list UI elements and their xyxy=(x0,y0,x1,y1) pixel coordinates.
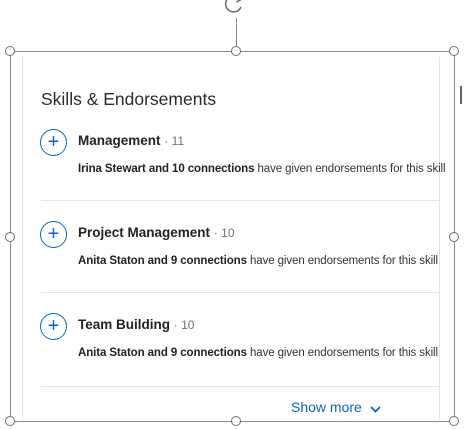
resize-handle-icon[interactable] xyxy=(449,232,459,242)
endorsement-count: · 10 xyxy=(213,226,235,240)
skill-title-line: Project Management · 10 xyxy=(78,225,235,240)
plus-icon[interactable]: + xyxy=(40,221,67,248)
resize-handle-icon[interactable] xyxy=(5,232,15,242)
endorsers-link[interactable]: Irina Stewart and 10 connections xyxy=(78,163,254,175)
skills-endorsements-card: Skills & Endorsements + Management · 11 … xyxy=(22,57,446,419)
plus-icon[interactable]: + xyxy=(40,313,67,340)
endorsers-link[interactable]: Anita Staton and 9 connections xyxy=(78,347,247,359)
endorsement-summary: Anita Staton and 9 connections have give… xyxy=(78,347,438,359)
card-title: Skills & Endorsements xyxy=(41,89,217,109)
chevron-down-icon xyxy=(370,400,381,416)
endorsement-suffix: have given endorsements for this skill xyxy=(250,347,438,359)
resize-handle-icon[interactable] xyxy=(5,46,15,56)
resize-handle-icon[interactable] xyxy=(5,416,15,426)
resize-handle-icon[interactable] xyxy=(449,46,459,56)
endorsement-suffix: have given endorsements for this skill xyxy=(250,255,438,267)
rotate-handle-icon[interactable] xyxy=(221,0,247,18)
endorsement-count: · 11 xyxy=(164,134,185,148)
endorsement-summary: Irina Stewart and 10 connections have gi… xyxy=(78,163,446,175)
divider xyxy=(41,386,439,387)
skill-title-line: Team Building · 10 xyxy=(78,317,194,332)
divider xyxy=(41,200,439,201)
resize-handle-icon[interactable] xyxy=(231,416,241,426)
endorsement-count: · 10 xyxy=(173,318,195,332)
skill-name[interactable]: Management xyxy=(78,133,161,148)
skill-name[interactable]: Project Management xyxy=(78,225,210,240)
rotate-stem xyxy=(236,18,237,48)
divider xyxy=(41,292,439,293)
text-cursor-edge xyxy=(460,86,462,104)
plus-icon[interactable]: + xyxy=(40,129,67,156)
endorsement-summary: Anita Staton and 9 connections have give… xyxy=(78,255,438,267)
resize-handle-icon[interactable] xyxy=(231,46,241,56)
document-canvas: Skills & Endorsements + Management · 11 … xyxy=(0,0,466,429)
endorsement-suffix: have given endorsements for this skill xyxy=(257,163,446,175)
endorsers-link[interactable]: Anita Staton and 9 connections xyxy=(78,255,247,267)
show-more-label: Show more xyxy=(291,399,362,415)
skill-title-line: Management · 11 xyxy=(78,133,184,148)
show-more-button[interactable]: Show more xyxy=(291,399,381,416)
skill-name[interactable]: Team Building xyxy=(78,317,170,332)
resize-handle-icon[interactable] xyxy=(449,416,459,426)
